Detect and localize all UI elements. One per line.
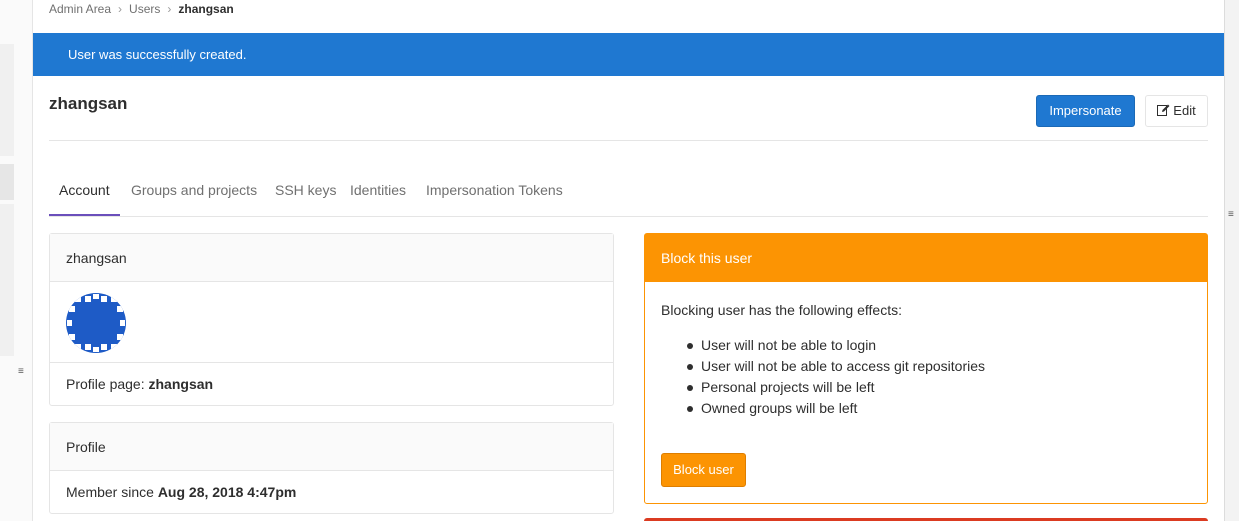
- member-since-value: Aug 28, 2018 4:47pm: [157, 484, 297, 500]
- block-effects-list: User will not be able to login User will…: [687, 335, 986, 419]
- resize-grip-icon[interactable]: ≡: [18, 367, 24, 377]
- bullet-icon: [687, 406, 693, 412]
- bullet-icon: [687, 343, 693, 349]
- user-card-header: zhangsan: [50, 234, 613, 282]
- list-item: Owned groups will be left: [687, 398, 985, 419]
- edit-label: Edit: [1173, 103, 1196, 118]
- avatar-row: [50, 282, 613, 363]
- identicon-avatar-icon: [66, 293, 126, 353]
- main-content: Admin Area › Users › zhangsan User was succe…: [33, 0, 1224, 521]
- chevron-right-icon: ›: [118, 2, 123, 16]
- tab-impersonation-tokens[interactable]: Impersonation Tokens: [426, 166, 563, 216]
- flash-message: User was successfully created.: [68, 47, 247, 62]
- tab-identities[interactable]: Identities: [350, 166, 406, 216]
- block-user-label: Block user: [673, 462, 734, 477]
- user-info-card: zhangsan Profile page: zhangsan: [49, 233, 614, 406]
- member-since-row: Member since Aug 28, 2018 4:47pm: [50, 471, 613, 513]
- impersonate-button[interactable]: Impersonate: [1036, 95, 1135, 127]
- block-card-header: Block this user: [645, 234, 1207, 282]
- edit-icon: [1157, 104, 1170, 116]
- profile-card-header: Profile: [50, 423, 613, 471]
- effect-text: User will not be able to login: [701, 337, 877, 353]
- breadcrumb-users[interactable]: Users: [129, 2, 160, 16]
- bullet-icon: [687, 364, 693, 370]
- effect-text: User will not be able to access git repo…: [701, 358, 986, 374]
- header-divider: [49, 140, 1208, 141]
- left-sidebar-collapsed: ≡: [0, 0, 33, 521]
- profile-page-row: Profile page: zhangsan: [50, 363, 613, 405]
- list-item: User will not be able to access git repo…: [687, 356, 986, 377]
- tab-account[interactable]: Account: [49, 166, 120, 216]
- block-intro-text: Blocking user has the following effects:: [661, 302, 902, 318]
- bullet-icon: [687, 385, 693, 391]
- profile-page-label: Profile page:: [66, 376, 149, 392]
- effect-text: Personal projects will be left: [701, 379, 875, 395]
- effect-text: Owned groups will be left: [701, 400, 858, 416]
- edit-button[interactable]: Edit: [1145, 95, 1208, 127]
- chevron-right-icon: ›: [167, 2, 172, 16]
- flash-notice: User was successfully created.: [33, 33, 1224, 76]
- scrollbar[interactable]: ≡: [1224, 0, 1239, 521]
- tab-ssh-keys[interactable]: SSH keys: [275, 166, 336, 216]
- user-tabs: Account Groups and projects SSH keys Ide…: [49, 166, 1208, 217]
- sidebar-band-active: [0, 164, 14, 200]
- impersonate-label: Impersonate: [1049, 103, 1122, 118]
- profile-page-link[interactable]: zhangsan: [149, 376, 214, 392]
- breadcrumb: Admin Area › Users › zhangsan: [49, 2, 234, 16]
- sidebar-band: [0, 204, 14, 356]
- block-user-button[interactable]: Block user: [661, 453, 746, 487]
- list-item: Personal projects will be left: [687, 377, 985, 398]
- list-item: User will not be able to login: [687, 335, 985, 356]
- member-since-label: Member since: [66, 484, 158, 500]
- sidebar-band: [0, 44, 14, 156]
- tab-groups-and-projects[interactable]: Groups and projects: [131, 166, 257, 216]
- block-user-card: Block this user Blocking user has the fo…: [644, 233, 1208, 504]
- breadcrumb-current[interactable]: zhangsan: [178, 2, 233, 16]
- scroll-grip-icon[interactable]: ≡: [1228, 210, 1234, 220]
- page-title: zhangsan: [49, 94, 128, 113]
- profile-card: Profile Member since Aug 28, 2018 4:47pm: [49, 422, 614, 514]
- breadcrumb-admin-area[interactable]: Admin Area: [49, 2, 111, 16]
